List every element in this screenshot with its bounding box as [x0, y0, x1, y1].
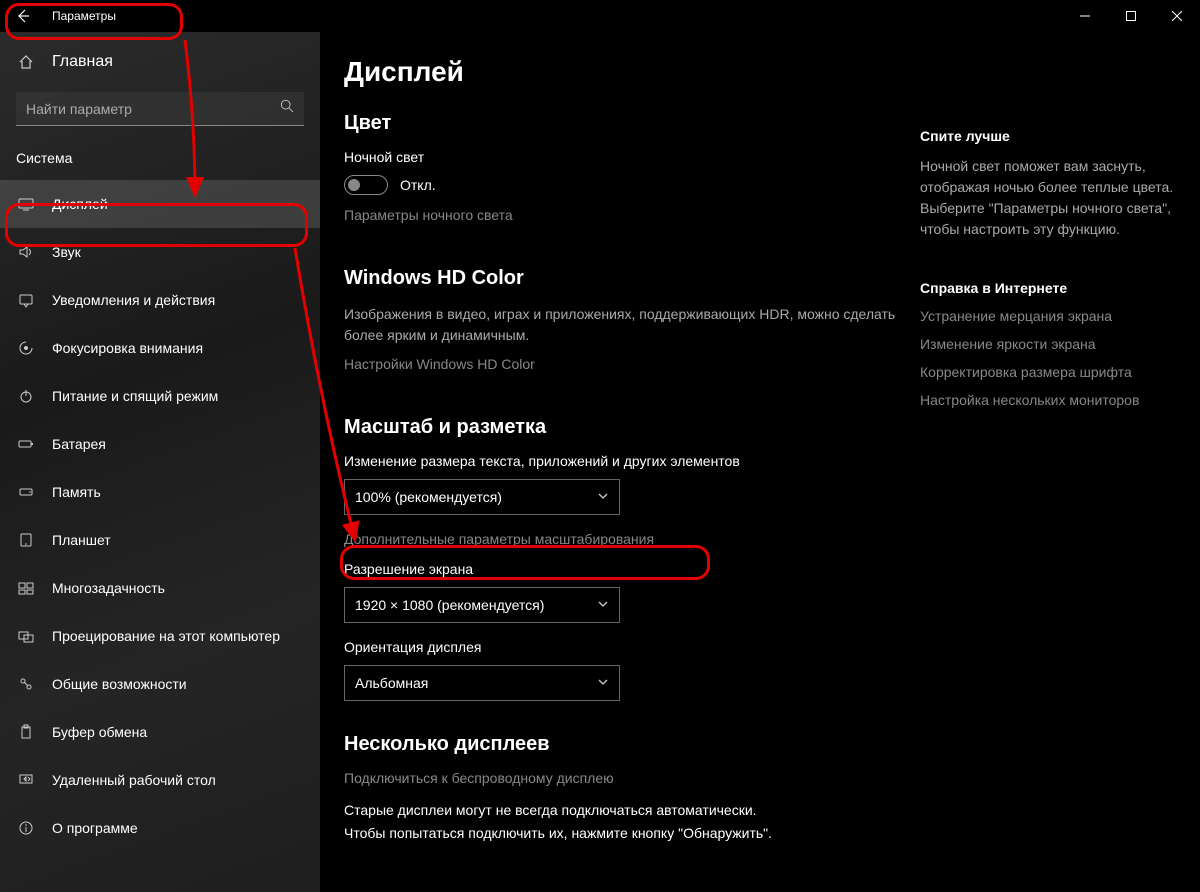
resolution-dropdown[interactable]: 1920 × 1080 (рекомендуется) — [344, 587, 620, 623]
hdcolor-link[interactable]: Настройки Windows HD Color — [344, 356, 896, 372]
sidebar-item-battery[interactable]: Батарея — [0, 420, 320, 468]
sidebar: Главная Система Дисплей Звук Уведомления и… — [0, 32, 320, 892]
search-input[interactable] — [26, 101, 280, 117]
help-link[interactable]: Настройка нескольких мониторов — [920, 392, 1174, 408]
sidebar-item-rdp[interactable]: Удаленный рабочий стол — [0, 756, 320, 804]
minimize-button[interactable] — [1062, 0, 1108, 32]
battery-icon — [16, 436, 36, 452]
maximize-button[interactable] — [1108, 0, 1154, 32]
sidebar-item-storage[interactable]: Память — [0, 468, 320, 516]
sidebar-item-label: Уведомления и действия — [52, 292, 215, 308]
arrow-left-icon — [14, 8, 30, 24]
sidebar-item-tablet[interactable]: Планшет — [0, 516, 320, 564]
minimize-icon — [1080, 11, 1090, 21]
multidisplay-heading: Несколько дисплеев — [344, 733, 896, 756]
help-link[interactable]: Корректировка размера шрифта — [920, 364, 1174, 380]
chevron-down-icon — [597, 675, 609, 691]
sidebar-item-label: Батарея — [52, 436, 106, 452]
sidebar-item-label: Питание и спящий режим — [52, 388, 218, 404]
main-content: Дисплей Цвет Ночной свет Откл. Параметры… — [320, 32, 920, 892]
sidebar-item-clipboard[interactable]: Буфер обмена — [0, 708, 320, 756]
right-panel: Спите лучше Ночной свет поможет вам засн… — [920, 32, 1190, 892]
help-heading: Справка в Интернете — [920, 280, 1174, 296]
night-light-toggle[interactable] — [344, 175, 388, 195]
sidebar-item-label: Проецирование на этот компьютер — [52, 628, 280, 644]
search-icon — [280, 99, 294, 118]
sidebar-item-label: Дисплей — [52, 196, 108, 212]
scale-dropdown[interactable]: 100% (рекомендуется) — [344, 479, 620, 515]
home-icon — [16, 54, 36, 70]
resolution-label: Разрешение экрана — [344, 561, 896, 577]
sidebar-item-label: Буфер обмена — [52, 724, 147, 740]
maximize-icon — [1126, 11, 1136, 21]
sidebar-item-label: Многозадачность — [52, 580, 165, 596]
storage-icon — [16, 484, 36, 500]
orientation-label: Ориентация дисплея — [344, 639, 896, 655]
sidebar-section-label: Система — [0, 138, 320, 180]
sidebar-item-label: Планшет — [52, 532, 111, 548]
wireless-display-link[interactable]: Подключиться к беспроводному дисплею — [344, 770, 896, 786]
hdcolor-desc: Изображения в видео, играх и приложениях… — [344, 304, 896, 346]
notify-icon — [16, 292, 36, 308]
about-icon — [16, 820, 36, 836]
sound-icon — [16, 244, 36, 260]
chevron-down-icon — [597, 489, 609, 505]
sidebar-item-label: Удаленный рабочий стол — [52, 772, 216, 788]
resolution-value: 1920 × 1080 (рекомендуется) — [355, 597, 544, 613]
sidebar-item-sound[interactable]: Звук — [0, 228, 320, 276]
close-button[interactable] — [1154, 0, 1200, 32]
sidebar-item-multitask[interactable]: Многозадачность — [0, 564, 320, 612]
display-icon — [16, 196, 36, 212]
orientation-dropdown[interactable]: Альбомная — [344, 665, 620, 701]
page-title: Дисплей — [344, 56, 896, 88]
search-box[interactable] — [16, 92, 304, 126]
help-link[interactable]: Изменение яркости экрана — [920, 336, 1174, 352]
orientation-value: Альбомная — [355, 675, 428, 691]
scale-size-label: Изменение размера текста, приложений и д… — [344, 453, 896, 469]
tablet-icon — [16, 532, 36, 548]
sidebar-item-power[interactable]: Питание и спящий режим — [0, 372, 320, 420]
old-displays-text1: Старые дисплеи могут не всегда подключат… — [344, 800, 896, 821]
help-link[interactable]: Устранение мерцания экрана — [920, 308, 1174, 324]
advanced-scaling-link[interactable]: Дополнительные параметры масштабирования — [344, 531, 896, 547]
close-icon — [1172, 11, 1182, 21]
project-icon — [16, 628, 36, 644]
sidebar-item-shared[interactable]: Общие возможности — [0, 660, 320, 708]
sidebar-item-focus[interactable]: Фокусировка внимания — [0, 324, 320, 372]
sidebar-item-about[interactable]: О программе — [0, 804, 320, 852]
chevron-down-icon — [597, 597, 609, 613]
scale-value: 100% (рекомендуется) — [355, 489, 502, 505]
scale-heading: Масштаб и разметка — [344, 416, 896, 439]
titlebar: Параметры — [0, 0, 1200, 32]
clipboard-icon — [16, 724, 36, 740]
color-heading: Цвет — [344, 112, 896, 135]
sleep-better-heading: Спите лучше — [920, 128, 1174, 144]
night-light-settings-link[interactable]: Параметры ночного света — [344, 207, 896, 223]
shared-icon — [16, 676, 36, 692]
nav-list: Дисплей Звук Уведомления и действия Фокусир… — [0, 180, 320, 852]
sidebar-item-display[interactable]: Дисплей — [0, 180, 320, 228]
night-light-label: Ночной свет — [344, 149, 896, 165]
window-title: Параметры — [44, 9, 116, 23]
sidebar-item-label: Звук — [52, 244, 81, 260]
sidebar-item-project[interactable]: Проецирование на этот компьютер — [0, 612, 320, 660]
multitask-icon — [16, 580, 36, 596]
sidebar-item-label: Фокусировка внимания — [52, 340, 203, 356]
rdp-icon — [16, 772, 36, 788]
sidebar-item-label: Память — [52, 484, 101, 500]
home-button[interactable]: Главная — [0, 40, 320, 84]
back-button[interactable] — [0, 0, 44, 32]
focus-icon — [16, 340, 36, 356]
sleep-better-text: Ночной свет поможет вам заснуть, отображ… — [920, 156, 1174, 240]
sidebar-item-label: О программе — [52, 820, 138, 836]
hdcolor-heading: Windows HD Color — [344, 267, 896, 290]
night-light-state: Откл. — [400, 177, 436, 193]
power-icon — [16, 388, 36, 404]
home-label: Главная — [52, 53, 113, 71]
old-displays-text2: Чтобы попытаться подключить их, нажмите … — [344, 823, 896, 844]
sidebar-item-label: Общие возможности — [52, 676, 187, 692]
sidebar-item-notify[interactable]: Уведомления и действия — [0, 276, 320, 324]
